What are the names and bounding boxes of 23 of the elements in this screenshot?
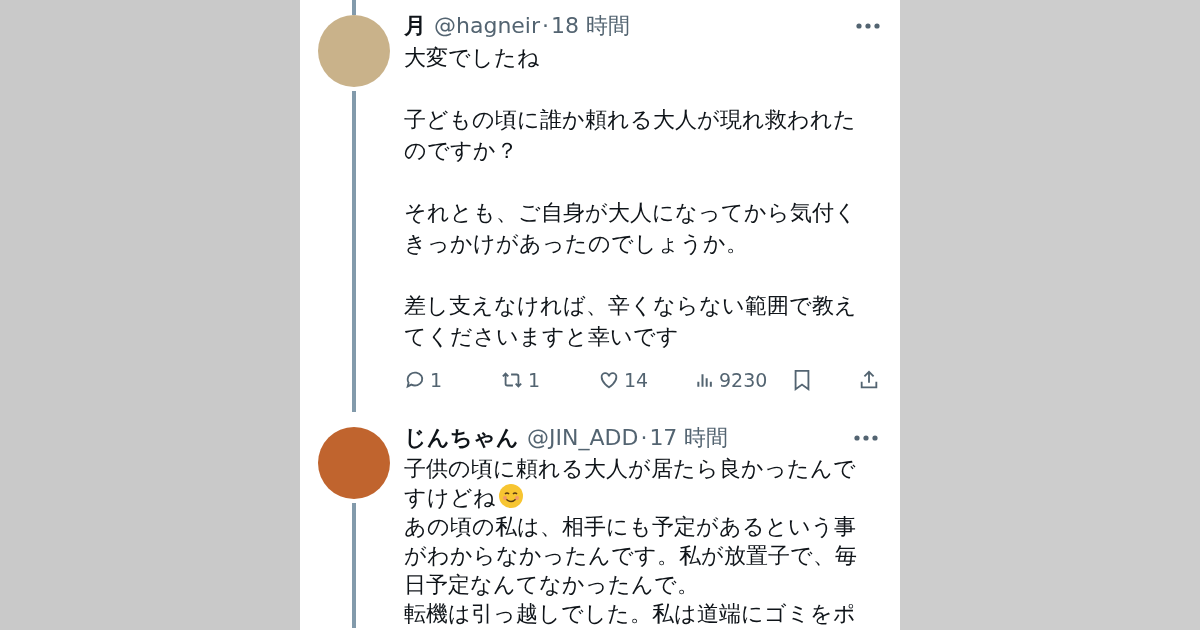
action-count: 14	[624, 368, 649, 393]
tweet-text: 転機は引っ越しでした。私は道端にゴミをポ	[404, 599, 857, 628]
user-handle[interactable]: @hagneir	[434, 10, 541, 42]
action-count: 1	[528, 368, 541, 393]
tweet-text: 大変でしたね	[404, 44, 541, 72]
action-count: 1	[430, 368, 443, 393]
tweet-text: 差し支えなければ、辛くならない範囲で教え てくださいますと幸いです	[404, 292, 858, 351]
action-count: 9230	[719, 368, 768, 393]
timestamp[interactable]: 18 時間	[551, 10, 631, 42]
separator-dot: ·	[542, 12, 550, 40]
tweet-text: あの頃の私は、相手にも予定があるという事 がわからなかったんです。私が放置子で、毎 日予定なんてなかったんで。	[404, 512, 858, 599]
more-options-icon[interactable]	[856, 23, 880, 29]
separator-dot: ·	[640, 423, 648, 452]
user-name[interactable]: 月	[404, 10, 426, 42]
timestamp[interactable]: 17 時間	[649, 421, 729, 454]
bookmark-icon[interactable]	[792, 369, 812, 392]
tweet-text: 子どもの頃に誰か頼れる大人が現れ救われた のですか？	[404, 106, 857, 165]
smiling-face-icon	[498, 482, 524, 509]
user-name[interactable]: じんちゃん	[404, 421, 519, 454]
tweet-text: それとも、ご自身が大人になってから気付く きっかけがあったのでしょうか。	[404, 199, 858, 258]
tweet-text: 子供の頃に頼れる大人が居たら良かったんで すけどね	[404, 454, 857, 512]
more-options-icon[interactable]	[854, 434, 878, 441]
user-handle[interactable]: @JIN_ADD	[527, 421, 639, 454]
